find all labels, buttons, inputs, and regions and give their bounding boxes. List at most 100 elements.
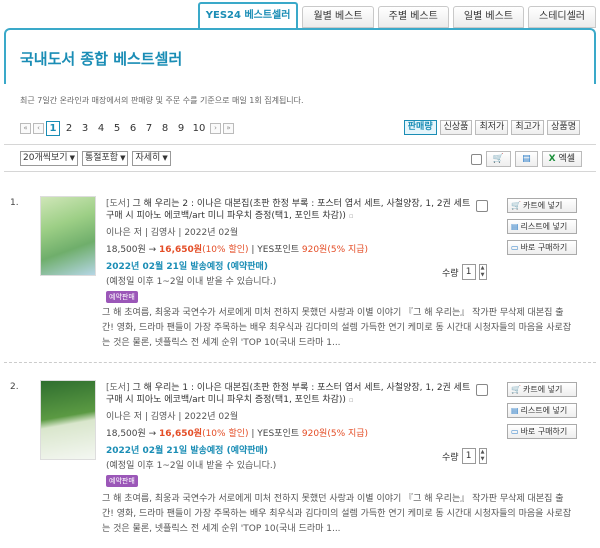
add-to-cart-label: 카트에 넣기 xyxy=(522,201,563,210)
card-icon: ▭ xyxy=(511,427,519,436)
book-title-text: 그 해 우리는 2 : 이나은 대본집(초판 한정 부록 : 포스터 엽서 세트… xyxy=(106,199,471,221)
page-1[interactable]: 1 xyxy=(46,121,60,136)
cart-icon: 🛒 xyxy=(511,201,521,210)
author-publisher: 이나은 저 | 김영사 | 2022년 02월 xyxy=(106,228,239,238)
quantity-input[interactable]: 1 xyxy=(461,264,476,280)
rank: 1. xyxy=(10,198,19,208)
pagination: « ‹ 1 2 3 4 5 6 7 8 9 10 › » xyxy=(20,121,234,136)
add-to-list-button[interactable]: ▤ 리스트에 넣기 xyxy=(507,403,577,418)
preview-icon: ▫ xyxy=(348,396,354,404)
book-cover[interactable] xyxy=(40,380,96,460)
page-2[interactable]: 2 xyxy=(62,123,76,134)
sort-highest-price[interactable]: 최고가 xyxy=(511,120,545,135)
quantity-spin[interactable]: ▲ ▼ xyxy=(478,448,487,464)
chevron-down-icon: ▼ xyxy=(120,154,126,162)
view-count-select[interactable]: 20개씩보기 ▼ xyxy=(20,151,78,166)
book-title-text: 그 해 우리는 1 : 이나은 대본집(초판 한정 부록 : 포스터 엽서 세트… xyxy=(106,383,471,405)
page-3[interactable]: 3 xyxy=(78,123,92,134)
excel-label: 엑셀 xyxy=(558,154,575,164)
book-cover[interactable] xyxy=(40,196,96,276)
tab-weekly[interactable]: 주별 베스트 xyxy=(377,6,449,28)
page-9[interactable]: 9 xyxy=(174,123,188,134)
page-10[interactable]: 10 xyxy=(190,123,208,134)
ship-date: 2022년 02월 21일 발송예정 (예약판매) xyxy=(106,446,268,456)
points-prefix: | YES포인트 xyxy=(248,429,302,439)
page-8[interactable]: 8 xyxy=(158,123,172,134)
page-7[interactable]: 7 xyxy=(142,123,156,134)
page-6[interactable]: 6 xyxy=(126,123,140,134)
add-to-cart-button[interactable]: 🛒 카트에 넣기 xyxy=(507,382,577,397)
book-title[interactable]: [도서] 그 해 우리는 1 : 이나은 대본집(초판 한정 부록 : 포스터 … xyxy=(106,382,476,406)
list-icon: ▤ xyxy=(522,154,531,164)
buy-now-label: 바로 구매하기 xyxy=(520,427,568,436)
sort-options: 판매량 신상품 최저가 최고가 상품명 xyxy=(403,120,580,135)
view-count-value: 20개씩보기 xyxy=(23,153,68,163)
next-page-button[interactable]: › xyxy=(210,123,221,134)
chevron-down-icon: ▼ xyxy=(69,154,75,162)
excel-button[interactable]: X 엑셀 xyxy=(541,151,582,167)
prev-page-button[interactable]: ‹ xyxy=(33,123,44,134)
add-selected-to-cart-button[interactable]: 🛒 xyxy=(485,151,512,167)
detail-select[interactable]: 자세히 ▼ xyxy=(132,151,171,166)
tab-monthly[interactable]: 월별 베스트 xyxy=(302,6,374,28)
item-checkbox[interactable] xyxy=(476,200,488,212)
tab-steady[interactable]: 스테디셀러 xyxy=(528,6,596,28)
rank: 2. xyxy=(10,382,19,392)
ship-note: (예정일 이후 1~2일 이내 받을 수 있습니다.) xyxy=(106,277,277,287)
sort-new[interactable]: 신상품 xyxy=(439,120,473,135)
add-to-cart-label: 카트에 넣기 xyxy=(522,385,563,394)
points-prefix: | YES포인트 xyxy=(248,245,302,255)
quantity-stepper: 수량 1 ▲ ▼ xyxy=(442,264,487,280)
add-to-list-label: 리스트에 넣기 xyxy=(520,406,568,415)
buy-now-button[interactable]: ▭ 바로 구매하기 xyxy=(507,240,577,255)
book-category: [도서] xyxy=(106,199,130,209)
quantity-label: 수량 xyxy=(442,452,459,463)
discount: (10% 할인) xyxy=(202,429,249,439)
sale-price: 16,650원 xyxy=(159,245,203,255)
discount: (10% 할인) xyxy=(202,245,249,255)
buy-now-button[interactable]: ▭ 바로 구매하기 xyxy=(507,424,577,439)
quantity-spin[interactable]: ▲ ▼ xyxy=(478,264,487,280)
book-summary: 그 해 초여름, 최웅과 국연수가 서로에게 미처 전하지 못했던 사랑과 이별… xyxy=(102,494,572,534)
sort-sales[interactable]: 판매량 xyxy=(403,120,437,135)
add-to-list-button[interactable]: ▤ 리스트에 넣기 xyxy=(507,219,577,234)
quantity-input[interactable]: 1 xyxy=(461,448,476,464)
bundle-select[interactable]: 통절포함 ▼ xyxy=(81,151,129,166)
add-selected-to-list-button[interactable]: ▤ xyxy=(515,151,538,167)
chevron-down-icon: ▼ xyxy=(162,154,168,162)
page-title: 국내도서 종합 베스트셀러 xyxy=(20,50,183,68)
points: 920원(5% 지급) xyxy=(301,429,369,439)
list-price: 18,500원 → xyxy=(106,429,160,439)
card-icon: ▭ xyxy=(511,243,519,252)
ship-date: 2022년 02월 21일 발송예정 (예약판매) xyxy=(106,262,268,272)
sort-lowest-price[interactable]: 최저가 xyxy=(475,120,509,135)
tab-yes24-bestseller[interactable]: YES24 베스트셀러 xyxy=(197,2,299,28)
add-to-list-label: 리스트에 넣기 xyxy=(520,222,568,231)
cart-icon: 🛒 xyxy=(492,154,505,164)
page-4[interactable]: 4 xyxy=(94,123,108,134)
item-checkbox[interactable] xyxy=(476,384,488,396)
quantity-stepper: 수량 1 ▲ ▼ xyxy=(442,448,487,464)
select-all-checkbox[interactable] xyxy=(470,153,482,165)
preorder-badge: 예약판매 xyxy=(106,475,138,487)
preview-icon: ▫ xyxy=(348,212,354,220)
book-title[interactable]: [도서] 그 해 우리는 2 : 이나은 대본집(초판 한정 부록 : 포스터 … xyxy=(106,198,476,222)
list-icon: ▤ xyxy=(511,222,519,231)
buy-now-label: 바로 구매하기 xyxy=(520,243,568,252)
ship-note: (예정일 이후 1~2일 이내 받을 수 있습니다.) xyxy=(106,461,277,471)
list-price: 18,500원 → xyxy=(106,245,160,255)
first-page-button[interactable]: « xyxy=(20,123,31,134)
item-divider xyxy=(4,362,596,363)
bestseller-tabs: YES24 베스트셀러 월별 베스트 주별 베스트 일별 베스트 스테디셀러 xyxy=(197,2,596,28)
add-to-cart-button[interactable]: 🛒 카트에 넣기 xyxy=(507,198,577,213)
list-toolbar: 20개씩보기 ▼ 통절포함 ▼ 자세히 ▼ 🛒 ▤ X 엑셀 xyxy=(4,144,596,172)
last-page-button[interactable]: » xyxy=(223,123,234,134)
list-icon: ▤ xyxy=(511,406,519,415)
detail-value: 자세히 xyxy=(135,153,161,163)
page-5[interactable]: 5 xyxy=(110,123,124,134)
sort-name[interactable]: 상품명 xyxy=(547,120,580,135)
book-summary: 그 해 초여름, 최웅과 국연수가 서로에게 미처 전하지 못했던 사랑과 이별… xyxy=(102,308,572,348)
tab-daily[interactable]: 일별 베스트 xyxy=(452,6,524,28)
excel-icon: X xyxy=(548,154,556,164)
quantity-label: 수량 xyxy=(442,268,459,279)
